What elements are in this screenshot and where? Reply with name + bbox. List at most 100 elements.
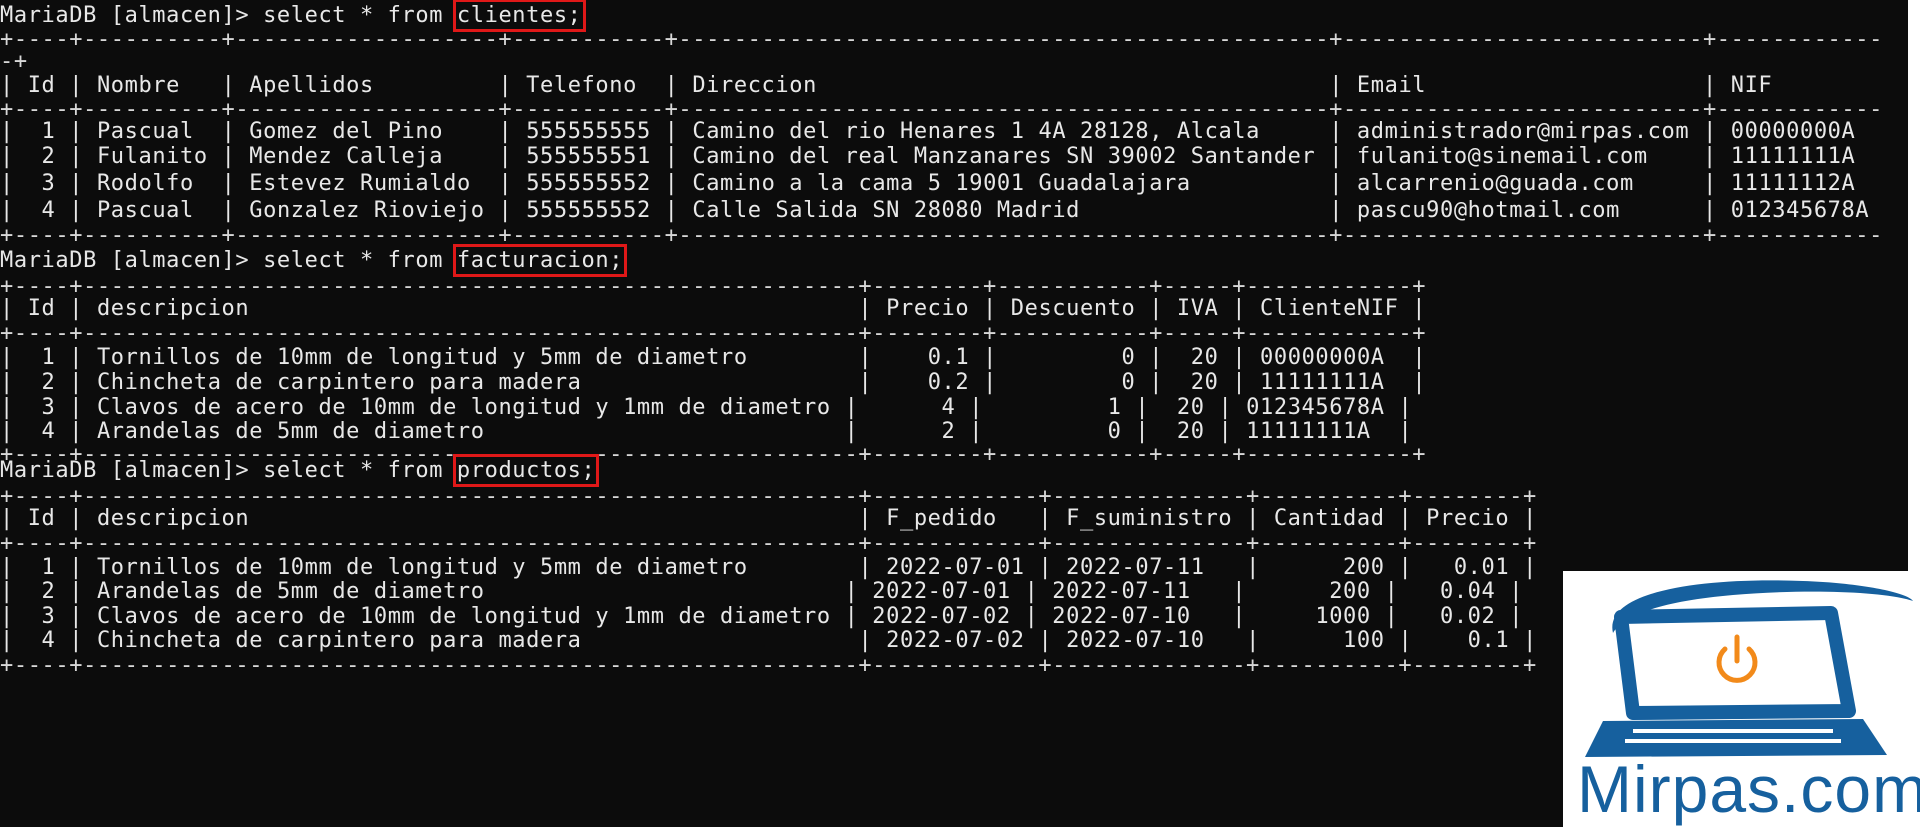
column-header: F_suministro: [1066, 506, 1233, 531]
table-header-row: | Id | descripcion | Precio | Descuento …: [0, 296, 1427, 321]
highlighted-table-name: facturacion;: [452, 244, 628, 277]
table-cell: 2022-07-01: [872, 579, 1011, 604]
table-cell: 1: [1107, 395, 1122, 420]
table-cell: 2: [41, 144, 56, 169]
column-header: NIF: [1730, 73, 1773, 98]
table-row: | 4 | Chincheta de carpintero para mader…: [0, 628, 1537, 653]
table-cell: administrador@mirpas.com: [1356, 119, 1690, 144]
mirpas-logo: Mirpas.com: [1563, 571, 1920, 827]
column-header: IVA: [1176, 296, 1219, 321]
table-cell: 0.1: [927, 345, 970, 370]
column-header: descripcion: [96, 506, 250, 531]
table-cell: Clavos de acero de 10mm de longitud y 1m…: [96, 604, 831, 629]
column-header: Precio: [1426, 506, 1510, 531]
table-cell: 2: [41, 579, 56, 604]
table-cell: 20: [1190, 345, 1219, 370]
column-header: Cantidad: [1273, 506, 1385, 531]
table-cell: 3: [41, 395, 56, 420]
table-cell: fulanito@sinemail.com: [1356, 144, 1648, 169]
table-cell: 555555555: [526, 119, 651, 144]
column-header: Email: [1356, 73, 1427, 98]
column-header: F_pedido: [886, 506, 997, 531]
table-cell: 555555552: [526, 198, 651, 223]
column-header: ClienteNIF: [1260, 296, 1399, 321]
table-row: | 1 | Pascual | Gomez del Pino | 5555555…: [0, 119, 1856, 144]
prompt-line-productos: MariaDB [almacen]> select * from product…: [0, 454, 600, 487]
table-cell: 2022-07-10: [1052, 604, 1191, 629]
computer-power-icon: [1585, 580, 1913, 757]
column-header: Precio: [886, 296, 970, 321]
table-cell: Camino a la cama 5 19001 Guadalajara: [692, 171, 1191, 196]
table-cell: Pascual: [96, 119, 194, 144]
highlighted-table-name: productos;: [452, 454, 600, 487]
highlighted-table-name: clientes;: [452, 0, 586, 32]
table-row: | 2 | Fulanito | Mendez Calleja | 555555…: [0, 144, 1856, 169]
table-cell: 200: [1329, 579, 1371, 604]
table-cell: Gomez del Pino: [249, 119, 444, 144]
table-cell: 012345678A: [1246, 395, 1385, 420]
column-header: Id: [27, 506, 56, 531]
table-cell: 1000: [1315, 604, 1371, 629]
logo-text: Mirpas.com: [1577, 752, 1920, 826]
table-cell: Arandelas de 5mm de diametro: [96, 579, 485, 604]
table-cell: pascu90@hotmail.com: [1356, 198, 1620, 223]
table-cell: 00000000A: [1730, 119, 1856, 144]
table-cell: 2022-07-11: [1052, 579, 1191, 604]
prompt: MariaDB [almacen]>: [0, 458, 264, 483]
table-cell: Chincheta de carpintero para madera: [96, 628, 582, 653]
table-cell: 3: [41, 171, 56, 196]
prompt: MariaDB [almacen]>: [0, 3, 264, 28]
table-cell: 20: [1176, 395, 1205, 420]
query-text: select * from: [263, 458, 457, 483]
table-cell: 2: [41, 370, 56, 395]
table-row: | 2 | Arandelas de 5mm de diametro | 202…: [0, 579, 1524, 604]
column-header: Id: [27, 296, 56, 321]
column-header: descripcion: [96, 296, 250, 321]
table-cell: 20: [1190, 370, 1219, 395]
table-row: | 1 | Tornillos de 10mm de longitud y 5m…: [0, 345, 1427, 370]
prompt-line-facturacion: MariaDB [almacen]> select * from factura…: [0, 244, 628, 277]
query-text: select * from: [263, 248, 457, 273]
column-header: Descuento: [1010, 296, 1136, 321]
table-cell: 0.1: [1467, 628, 1510, 653]
table-border: +----+----------+-------------------+---…: [0, 27, 1883, 52]
table-cell: Pascual: [96, 198, 194, 223]
table-row: | 3 | Rodolfo | Estevez Rumialdo | 55555…: [0, 171, 1856, 196]
table-cell: 1: [41, 555, 56, 580]
table-cell: 00000000A: [1260, 345, 1385, 370]
prompt: MariaDB [almacen]>: [0, 248, 264, 273]
table-cell: 200: [1343, 555, 1385, 580]
table-cell: 1: [41, 345, 56, 370]
table-cell: 2022-07-11: [1066, 555, 1205, 580]
table-cell: 2022-07-01: [886, 555, 1025, 580]
table-cell: 012345678A: [1730, 198, 1870, 223]
table-cell: 2022-07-02: [886, 628, 1025, 653]
column-header: Id: [27, 73, 56, 98]
table-cell: alcarrenio@guada.com: [1356, 171, 1634, 196]
table-cell: 1: [41, 119, 56, 144]
table-cell: 11111111A: [1260, 370, 1385, 395]
table-cell: 0: [1121, 370, 1136, 395]
table-cell: 4: [41, 628, 56, 653]
table-cell: Camino del real Manzanares SN 39002 Sant…: [692, 144, 1316, 169]
table-row: | 4 | Pascual | Gonzalez Rioviejo | 5555…: [0, 198, 1870, 223]
table-cell: Rodolfo: [96, 171, 194, 196]
table-cell: 3: [41, 604, 56, 629]
table-cell: Estevez Rumialdo: [249, 171, 471, 196]
table-cell: 11111112A: [1730, 171, 1856, 196]
table-cell: 555555552: [526, 171, 651, 196]
column-header: Apellidos: [249, 73, 374, 98]
table-cell: Fulanito: [96, 144, 208, 169]
table-cell: Tornillos de 10mm de longitud y 5mm de d…: [96, 555, 748, 580]
table-cell: Mendez Calleja: [249, 144, 444, 169]
column-header: Telefono: [526, 73, 637, 98]
table-border: +----+----------+-------------------+---…: [0, 223, 1883, 248]
table-cell: 0.2: [927, 370, 970, 395]
table-cell: Camino del rio Henares 1 4A 28128, Alcal…: [692, 119, 1260, 144]
table-cell: 555555551: [526, 144, 651, 169]
table-row: | 2 | Chincheta de carpintero para mader…: [0, 370, 1427, 395]
table-cell: 2022-07-10: [1066, 628, 1205, 653]
table-cell: 4: [41, 198, 56, 223]
table-cell: 0: [1121, 345, 1136, 370]
table-cell: Tornillos de 10mm de longitud y 5mm de d…: [96, 345, 748, 370]
